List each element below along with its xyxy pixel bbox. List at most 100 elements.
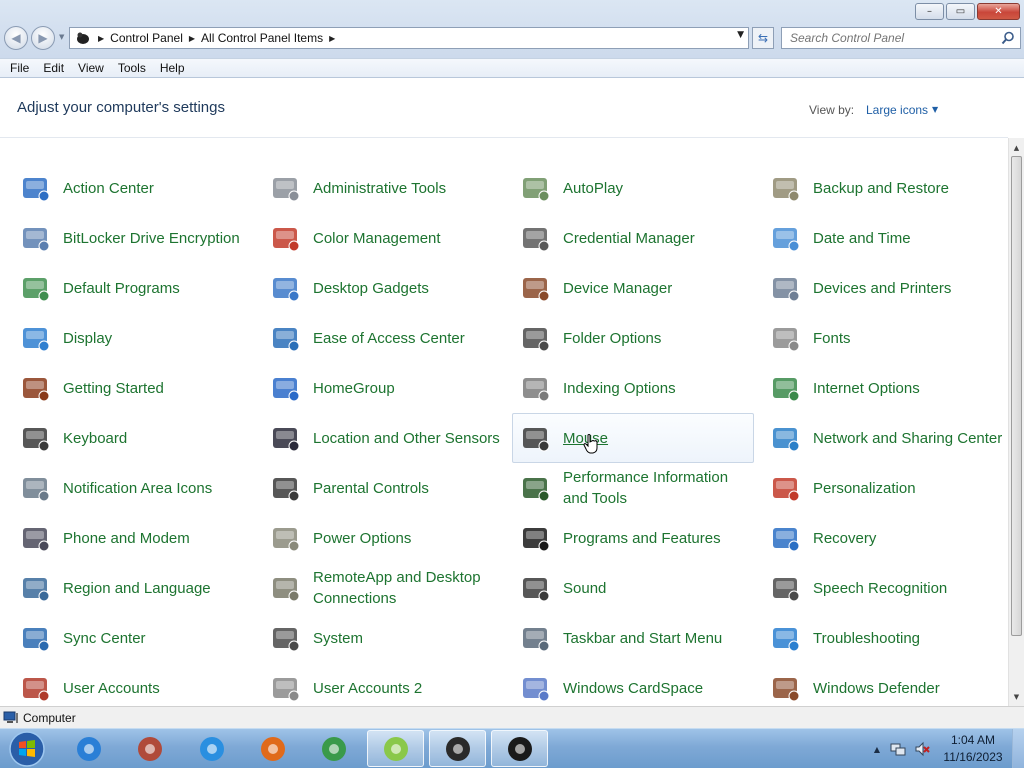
search-box[interactable]: [781, 27, 1021, 49]
breadcrumb-control-panel[interactable]: Control Panel: [110, 31, 183, 45]
menu-tools[interactable]: Tools: [111, 61, 153, 75]
start-button[interactable]: [5, 730, 49, 768]
control-panel-item[interactable]: Windows CardSpace: [512, 663, 754, 703]
control-panel-item[interactable]: Sync Center: [12, 613, 254, 663]
taskbar-button-control-panel[interactable]: [491, 730, 548, 767]
control-panel-item-label: Performance Information and Tools: [563, 469, 729, 507]
control-panel-item[interactable]: Network and Sharing Center: [762, 413, 1004, 463]
control-panel-item[interactable]: Taskbar and Start Menu: [512, 613, 754, 663]
control-panel-item[interactable]: Credential Manager: [512, 213, 754, 263]
taskbar-button-archive-app[interactable]: [121, 730, 178, 767]
control-panel-item[interactable]: BitLocker Drive Encryption: [12, 213, 254, 263]
control-panel-item[interactable]: Phone and Modem: [12, 513, 254, 563]
control-panel-item[interactable]: Programs and Features: [512, 513, 754, 563]
breadcrumb-separator-icon[interactable]: ▶: [189, 34, 195, 43]
control-panel-item[interactable]: Personalization: [762, 463, 1004, 513]
show-hidden-icons-icon[interactable]: ▲: [874, 745, 880, 754]
scroll-up-icon[interactable]: ▲: [1009, 140, 1024, 156]
control-panel-item-label: User Accounts 2: [313, 679, 423, 697]
system-icon: [273, 628, 300, 652]
control-panel-item-label: BitLocker Drive Encryption: [63, 229, 240, 247]
search-icon[interactable]: [1001, 31, 1015, 48]
address-dropdown-icon[interactable]: ▼: [737, 30, 744, 40]
control-panel-item[interactable]: Color Management: [262, 213, 504, 263]
control-panel-item[interactable]: Device Manager: [512, 263, 754, 313]
taskbar-button-firefox[interactable]: [244, 730, 301, 767]
menu-view[interactable]: View: [71, 61, 111, 75]
scroll-thumb[interactable]: [1011, 156, 1022, 636]
control-panel-item[interactable]: Mouse: [512, 413, 754, 463]
chevron-down-icon[interactable]: ▼: [932, 105, 938, 114]
breadcrumb-separator-icon[interactable]: ▶: [329, 34, 335, 43]
control-panel-item[interactable]: Location and Other Sensors: [262, 413, 504, 463]
control-panel-item[interactable]: Ease of Access Center: [262, 313, 504, 363]
forward-button[interactable]: ▶: [31, 26, 55, 50]
minimize-button[interactable]: –: [915, 3, 944, 20]
search-input[interactable]: [790, 31, 1002, 45]
display-icon: [23, 328, 50, 352]
address-bar[interactable]: ▶ Control Panel ▶ All Control Panel Item…: [69, 27, 749, 49]
menu-help[interactable]: Help: [153, 61, 192, 75]
control-panel-item[interactable]: Performance Information and Tools: [512, 463, 754, 513]
taskbar-button-internet-explorer[interactable]: [60, 730, 117, 767]
clock[interactable]: 1:04 AM 11/16/2023: [938, 732, 1008, 766]
view-by-dropdown[interactable]: Large icons: [866, 103, 928, 117]
volume-muted-icon[interactable]: [914, 741, 930, 757]
control-panel-item[interactable]: Date and Time: [762, 213, 1004, 263]
control-panel-item[interactable]: Speech Recognition: [762, 563, 1004, 613]
control-panel-item-label: Credential Manager: [563, 229, 695, 247]
control-panel-item[interactable]: Recovery: [762, 513, 1004, 563]
control-panel-item[interactable]: User Accounts 2: [262, 663, 504, 703]
control-panel-item-label: Recovery: [813, 529, 877, 547]
amd-app-icon: [445, 736, 470, 761]
vertical-scrollbar[interactable]: ▲ ▼: [1008, 138, 1024, 706]
windows-cardspace-icon: [523, 678, 550, 702]
sync-center-icon: [23, 628, 50, 652]
show-desktop-button[interactable]: [1012, 729, 1024, 768]
control-panel-item[interactable]: Power Options: [262, 513, 504, 563]
close-button[interactable]: ✕: [977, 3, 1020, 20]
breadcrumb-separator-icon[interactable]: ▶: [98, 34, 104, 43]
control-panel-item[interactable]: RemoteApp and Desktop Connections: [262, 563, 504, 613]
control-panel-item[interactable]: Troubleshooting: [762, 613, 1004, 663]
control-panel-item[interactable]: Administrative Tools: [262, 163, 504, 213]
control-panel-item[interactable]: Windows Defender: [762, 663, 1004, 703]
breadcrumb-all-items[interactable]: All Control Panel Items: [201, 31, 323, 45]
control-panel-item[interactable]: Keyboard: [12, 413, 254, 463]
color-management-icon: [273, 228, 300, 252]
back-button[interactable]: ◀: [4, 26, 28, 50]
taskbar-button-amd-app[interactable]: [429, 730, 486, 767]
ease-of-access-icon: [273, 328, 300, 352]
taskbar-button-android-app[interactable]: [367, 730, 424, 767]
menu-file[interactable]: File: [3, 61, 36, 75]
menu-edit[interactable]: Edit: [36, 61, 71, 75]
control-panel-item[interactable]: Fonts: [762, 313, 1004, 363]
control-panel-item[interactable]: Action Center: [12, 163, 254, 213]
control-panel-item[interactable]: Getting Started: [12, 363, 254, 413]
control-panel-item[interactable]: Desktop Gadgets: [262, 263, 504, 313]
control-panel-item[interactable]: Backup and Restore: [762, 163, 1004, 213]
refresh-button[interactable]: ⇆: [752, 27, 774, 49]
control-panel-item[interactable]: Indexing Options: [512, 363, 754, 413]
control-panel-item[interactable]: Region and Language: [12, 563, 254, 613]
control-panel-item[interactable]: HomeGroup: [262, 363, 504, 413]
control-panel-item[interactable]: Devices and Printers: [762, 263, 1004, 313]
control-panel-item[interactable]: Sound: [512, 563, 754, 613]
scroll-down-icon[interactable]: ▼: [1009, 689, 1024, 705]
control-panel-item[interactable]: Default Programs: [12, 263, 254, 313]
recent-pages-dropdown[interactable]: ▼: [59, 33, 64, 41]
control-panel-item[interactable]: Folder Options: [512, 313, 754, 363]
control-panel-item-label: Location and Other Sensors: [313, 429, 500, 447]
control-panel-item[interactable]: AutoPlay: [512, 163, 754, 213]
control-panel-item[interactable]: Internet Options: [762, 363, 1004, 413]
taskbar-button-itunes[interactable]: [183, 730, 240, 767]
maximize-button[interactable]: ▭: [946, 3, 975, 20]
network-icon[interactable]: [890, 741, 906, 757]
control-panel-item[interactable]: Parental Controls: [262, 463, 504, 513]
control-panel-item[interactable]: System: [262, 613, 504, 663]
folder-options-icon: [523, 328, 550, 352]
control-panel-item[interactable]: User Accounts: [12, 663, 254, 703]
control-panel-item[interactable]: Display: [12, 313, 254, 363]
control-panel-item[interactable]: Notification Area Icons: [12, 463, 254, 513]
taskbar-button-chrome[interactable]: [305, 730, 362, 767]
